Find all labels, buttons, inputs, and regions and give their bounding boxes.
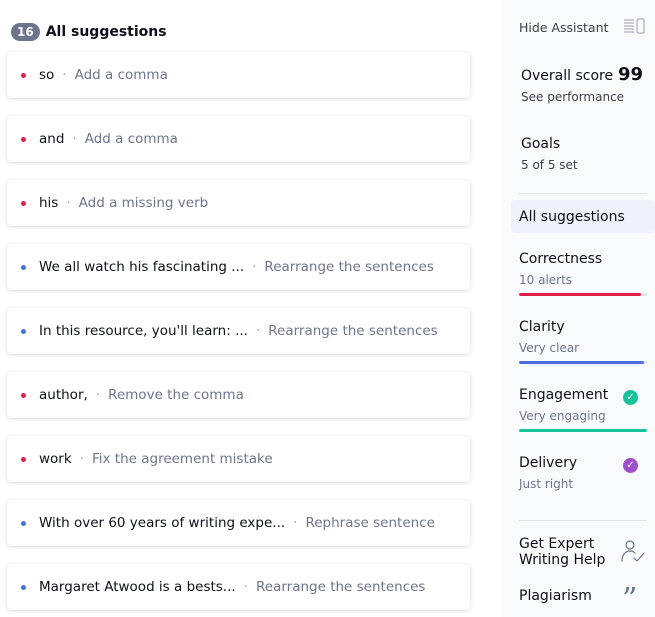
suggestion-hint: Fix the agreement mistake — [91, 451, 273, 467]
suggestion-word: Margaret Atwood is a bests... — [39, 579, 236, 595]
suggestion-card[interactable]: author, · Remove the comma — [7, 372, 470, 418]
suggestion-word: With over 60 years of writing expe... — [39, 515, 286, 531]
suggestion-word: work — [39, 451, 72, 467]
engagement-tab[interactable]: Engagement — [519, 387, 608, 403]
overall-score-value: 99 — [618, 64, 644, 85]
suggestion-card[interactable]: In this resource, you'll learn: ... · Rear… — [7, 308, 470, 354]
expert-help-link[interactable]: Get Expert Writing Help — [519, 536, 615, 568]
suggestion-word: so — [39, 67, 55, 83]
suggestion-card[interactable]: We all watch his fascinating ... · Rearran… — [7, 244, 470, 290]
suggestion-hint: Rearrange the sentences — [255, 579, 426, 595]
delivery-status: Just right — [519, 477, 574, 491]
plagiarism-link[interactable]: Plagiarism — [519, 588, 592, 604]
engagement-status: Very engaging — [519, 409, 606, 423]
separator-dot: · — [95, 387, 101, 403]
clarity-dot-icon — [21, 520, 26, 526]
divider — [519, 193, 647, 194]
suggestion-card[interactable]: his · Add a missing verb — [7, 180, 470, 226]
clarity-bar — [519, 361, 647, 364]
hide-assistant-button[interactable]: Hide Assistant — [519, 20, 608, 35]
see-performance-link[interactable]: See performance — [521, 90, 624, 104]
clarity-dot-icon — [21, 584, 26, 590]
clarity-dot-icon — [21, 328, 26, 334]
correctness-dot-icon — [21, 456, 26, 462]
engagement-bar-fill — [519, 429, 647, 432]
suggestion-card[interactable]: Margaret Atwood is a bests... · Rearrange … — [7, 564, 470, 610]
suggestion-card[interactable]: With over 60 years of writing expe... · Re… — [7, 500, 470, 546]
correctness-dot-icon — [21, 72, 26, 78]
correctness-bar-fill — [519, 293, 641, 296]
suggestion-hint: Add a comma — [84, 131, 178, 147]
suggestion-hint: Rearrange the sentences — [268, 323, 438, 339]
suggestion-word: We all watch his fascinating ... — [39, 259, 245, 275]
assistant-sidebar: Hide Assistant Overall score 99 See perf… — [502, 0, 655, 617]
correctness-dot-icon — [21, 200, 26, 206]
correctness-dot-icon — [21, 392, 26, 398]
delivery-check-icon: ✓ — [623, 458, 638, 473]
suggestion-word: and — [39, 131, 65, 147]
quote-icon[interactable]: ” — [622, 585, 637, 615]
divider — [519, 520, 647, 521]
separator-dot: · — [293, 515, 298, 531]
suggestion-hint: Rephrase sentence — [305, 515, 435, 531]
correctness-tab[interactable]: Correctness — [519, 251, 602, 267]
expert-person-icon[interactable] — [620, 538, 646, 564]
overall-score-label[interactable]: Overall score — [521, 68, 613, 84]
suggestion-hint: Remove the comma — [108, 387, 244, 403]
suggestion-word: In this resource, you'll learn: ... — [39, 323, 248, 339]
separator-dot: · — [72, 131, 77, 147]
separator-dot: · — [252, 259, 257, 275]
sidebar-panel-icon[interactable] — [623, 18, 645, 34]
correctness-status: 10 alerts — [519, 273, 573, 287]
suggestions-panel: 16 All suggestions so · Add a comma and · Add… — [0, 0, 502, 617]
suggestion-card[interactable]: so · Add a comma — [7, 52, 470, 98]
correctness-bar — [519, 293, 647, 296]
suggestion-hint: Rearrange the sentences — [264, 259, 434, 275]
delivery-tab[interactable]: Delivery — [519, 455, 577, 471]
engagement-bar — [519, 429, 647, 432]
correctness-dot-icon — [21, 136, 26, 142]
suggestion-word: his — [39, 195, 59, 211]
all-suggestions-tab[interactable]: All suggestions — [511, 200, 655, 233]
separator-dot: · — [66, 195, 71, 211]
clarity-status: Very clear — [519, 341, 580, 355]
suggestion-count-badge: 16 — [11, 23, 40, 41]
suggestion-card[interactable]: and · Add a comma — [7, 116, 470, 162]
separator-dot: · — [79, 451, 84, 467]
suggestion-hint: Add a comma — [74, 67, 168, 83]
clarity-dot-icon — [21, 264, 26, 270]
engagement-check-icon: ✓ — [623, 390, 638, 405]
clarity-bar-fill — [519, 361, 645, 364]
suggestions-title: All suggestions — [45, 24, 167, 40]
all-suggestions-label: All suggestions — [519, 208, 625, 225]
suggestions-header: 16 All suggestions — [11, 23, 167, 41]
goals-label[interactable]: Goals — [521, 136, 560, 152]
suggestion-card[interactable]: work · Fix the agreement mistake — [7, 436, 470, 482]
suggestion-word: author, — [39, 387, 88, 403]
separator-dot: · — [243, 579, 248, 595]
separator-dot: · — [255, 323, 261, 339]
separator-dot: · — [62, 67, 67, 83]
suggestion-hint: Add a missing verb — [78, 195, 209, 211]
clarity-tab[interactable]: Clarity — [519, 319, 565, 335]
goals-status: 5 of 5 set — [521, 158, 578, 172]
